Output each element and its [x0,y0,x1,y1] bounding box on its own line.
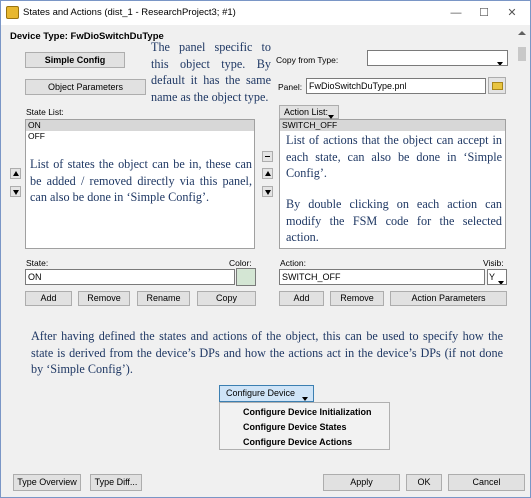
configure-device-menu: Configure Device Initialization Configur… [219,402,390,450]
title-bar: States and Actions (dist_1 - ResearchPro… [1,1,530,25]
action-move-down-button[interactable] [262,186,273,197]
configure-annotation: After having defined the states and acti… [31,329,503,376]
type-overview-button[interactable]: Type Overview [13,474,81,491]
folder-icon [492,82,503,90]
state-list-item[interactable]: ON [26,120,254,131]
maximize-button[interactable]: ☐ [470,3,498,23]
simple-config-button[interactable]: Simple Config [25,52,125,68]
action-list[interactable]: SWITCH_OFF List of actions that the obje… [279,119,506,249]
copy-from-type-label: Copy from Type: [276,55,339,65]
actions-annotation-2: By double clicking on each action can mo… [286,197,502,244]
configure-device-label: Configure Device [226,388,296,398]
window-title: States and Actions (dist_1 - ResearchPro… [23,7,236,18]
color-field-label: Color: [229,258,252,268]
states-annotation: List of states the object can be in, the… [30,157,252,204]
state-remove-button[interactable]: Remove [78,291,130,306]
chevron-down-icon [498,275,504,284]
action-list-dropdown[interactable]: Action List: [279,105,339,119]
arrow-down-icon [265,190,271,195]
arrow-up-icon [13,171,19,176]
visib-value: Y [489,272,496,282]
open-panel-button[interactable] [488,77,506,94]
panel-annotation: The panel specific to this object type. … [151,40,271,104]
arrow-down-icon [13,190,19,195]
action-name-input[interactable]: SWITCH_OFF [279,269,485,285]
action-remove-small-button[interactable] [262,151,273,162]
app-icon [6,6,19,19]
state-add-button[interactable]: Add [25,291,72,306]
vertical-scrollbar[interactable] [515,25,529,467]
state-list-label: State List: [26,107,64,117]
object-parameters-button[interactable]: Object Parameters [25,79,146,95]
action-list-label: Action List: [284,107,329,117]
arrow-up-icon [265,171,271,176]
action-remove-button[interactable]: Remove [330,291,384,306]
state-name-input[interactable]: ON [25,269,235,285]
scroll-thumb[interactable] [518,47,526,61]
visib-field-label: Visib: [483,258,504,268]
device-type-label: Device Type: FwDioSwitchDuType [10,31,164,42]
action-move-up-button[interactable] [262,168,273,179]
apply-button[interactable]: Apply [323,474,400,491]
visib-select[interactable]: Y [487,269,507,285]
menu-item-configure-actions[interactable]: Configure Device Actions [220,435,389,450]
menu-item-configure-initialization[interactable]: Configure Device Initialization [220,405,389,420]
action-parameters-button[interactable]: Action Parameters [390,291,507,306]
panel-label: Panel: [278,82,303,92]
cancel-button[interactable]: Cancel [448,474,525,491]
state-list[interactable]: ON OFF List of states the object can be … [25,119,255,249]
state-move-up-button[interactable] [10,168,21,179]
state-list-item[interactable]: OFF [26,131,254,142]
state-field-label: State: [26,258,49,268]
type-diff-button[interactable]: Type Diff... [90,474,142,491]
copy-from-type-select[interactable] [367,50,508,66]
action-add-button[interactable]: Add [279,291,324,306]
configure-device-button[interactable]: Configure Device [219,385,314,402]
actions-annotation-1: List of actions that the object can acce… [286,133,502,180]
states-actions-window: States and Actions (dist_1 - ResearchPro… [0,0,531,498]
close-button[interactable]: ✕ [498,3,526,23]
minimize-button[interactable]: — [442,3,470,23]
state-color-swatch[interactable] [236,268,256,286]
action-field-label: Action: [280,258,306,268]
state-move-down-button[interactable] [10,186,21,197]
state-rename-button[interactable]: Rename [137,291,190,306]
menu-item-configure-states[interactable]: Configure Device States [220,420,389,435]
state-copy-button[interactable]: Copy [197,291,256,306]
ok-button[interactable]: OK [406,474,442,491]
panel-input[interactable]: FwDioSwitchDuType.pnl [306,78,486,94]
action-list-item[interactable]: SWITCH_OFF [280,120,505,131]
chevron-down-icon [497,56,503,65]
scroll-up-icon[interactable] [518,31,526,35]
minus-icon [265,156,270,157]
